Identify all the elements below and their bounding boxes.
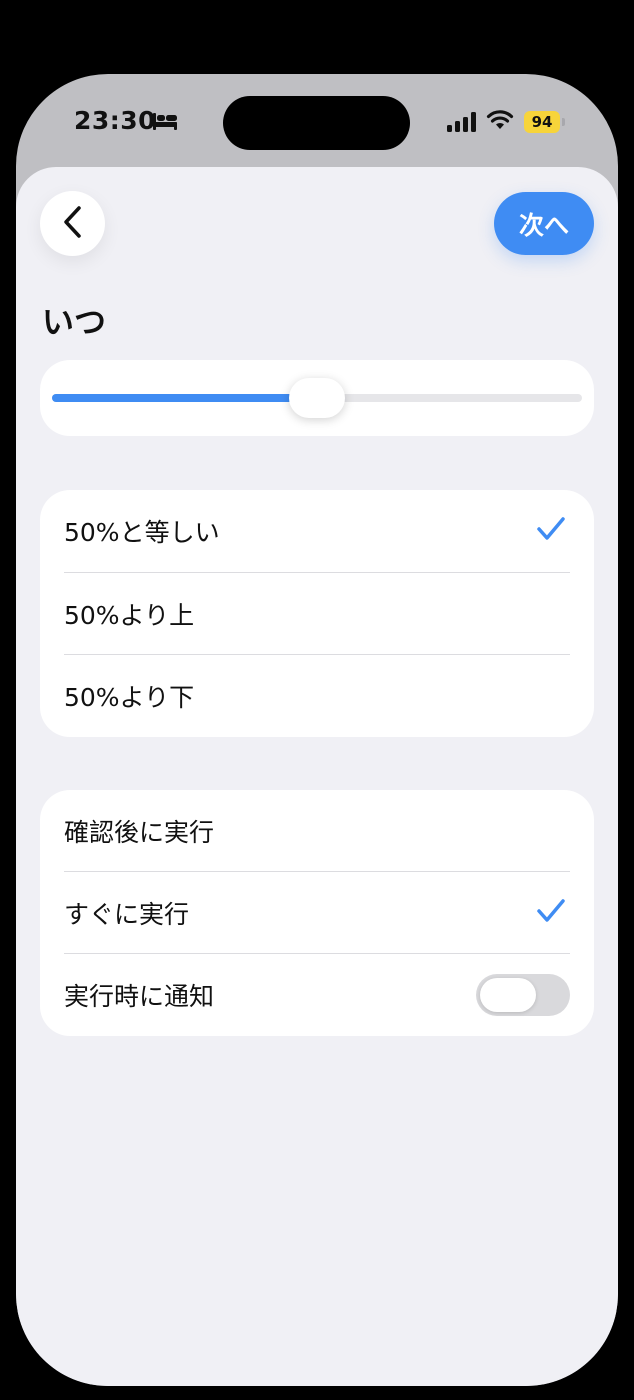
option-label: 確認後に実行 (64, 818, 215, 847)
battery-level: 94 (531, 113, 553, 131)
option-label: 実行時に通知 (64, 982, 215, 1011)
toggle-knob (480, 978, 536, 1012)
option-run-immediately[interactable]: すぐに実行 (40, 872, 594, 954)
option-label: 50%より上 (64, 601, 195, 630)
option-run-after-confirm[interactable]: 確認後に実行 (40, 790, 594, 872)
threshold-slider-card (40, 360, 594, 436)
slider-fill (52, 394, 317, 402)
checkmark-icon (536, 898, 566, 928)
battery-indicator: 94 (524, 111, 560, 133)
phone-frame: 23:30 94 次へ いつ 50%と等しい 50%より上 50%より下 確認後… (16, 74, 618, 1386)
chevron-left-icon (62, 205, 84, 243)
next-button[interactable]: 次へ (494, 192, 594, 255)
option-label: 50%より下 (64, 683, 195, 712)
modal-sheet: 次へ いつ 50%と等しい 50%より上 50%より下 確認後に実行 すぐに実行… (16, 167, 618, 1386)
slider-thumb[interactable] (289, 378, 345, 418)
option-notify-on-run: 実行時に通知 (40, 954, 594, 1036)
section-title-when: いつ (42, 303, 107, 341)
dynamic-island (223, 96, 410, 150)
back-button[interactable] (40, 191, 105, 256)
option-label: すぐに実行 (64, 900, 190, 929)
run-options-list: 確認後に実行 すぐに実行 実行時に通知 (40, 790, 594, 1036)
option-below-50[interactable]: 50%より下 (40, 655, 594, 737)
option-above-50[interactable]: 50%より上 (40, 573, 594, 655)
status-bar: 23:30 94 (16, 74, 618, 170)
cellular-signal-icon (447, 112, 477, 136)
status-time: 23:30 (74, 106, 157, 135)
wifi-icon (486, 109, 514, 135)
battery-terminal (562, 118, 565, 126)
option-equal-50[interactable]: 50%と等しい (40, 490, 594, 572)
bed-icon (152, 111, 178, 135)
condition-options-list: 50%と等しい 50%より上 50%より下 (40, 490, 594, 737)
checkmark-icon (536, 516, 566, 546)
notify-toggle[interactable] (476, 974, 570, 1016)
option-label: 50%と等しい (64, 518, 220, 547)
